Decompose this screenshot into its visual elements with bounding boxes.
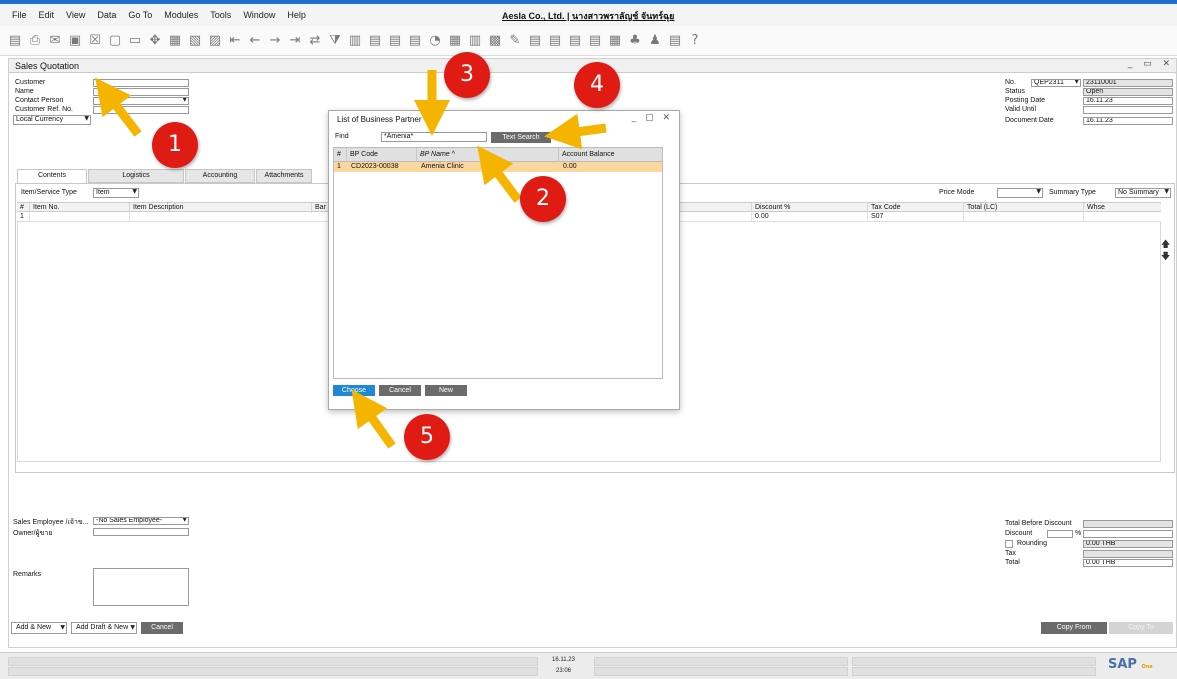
annotation-badge-5: 5 [404,414,450,460]
arrow-1-icon [95,77,142,137]
annotation-badge-4: 4 [574,62,620,108]
annotation-badge-2: 2 [520,176,566,222]
annotation-badge-1: 1 [152,122,198,168]
annotation-badge-3: 3 [444,52,490,98]
arrow-4-icon [544,113,607,150]
arrow-5-icon [351,389,396,449]
arrow-2-icon [477,145,522,203]
